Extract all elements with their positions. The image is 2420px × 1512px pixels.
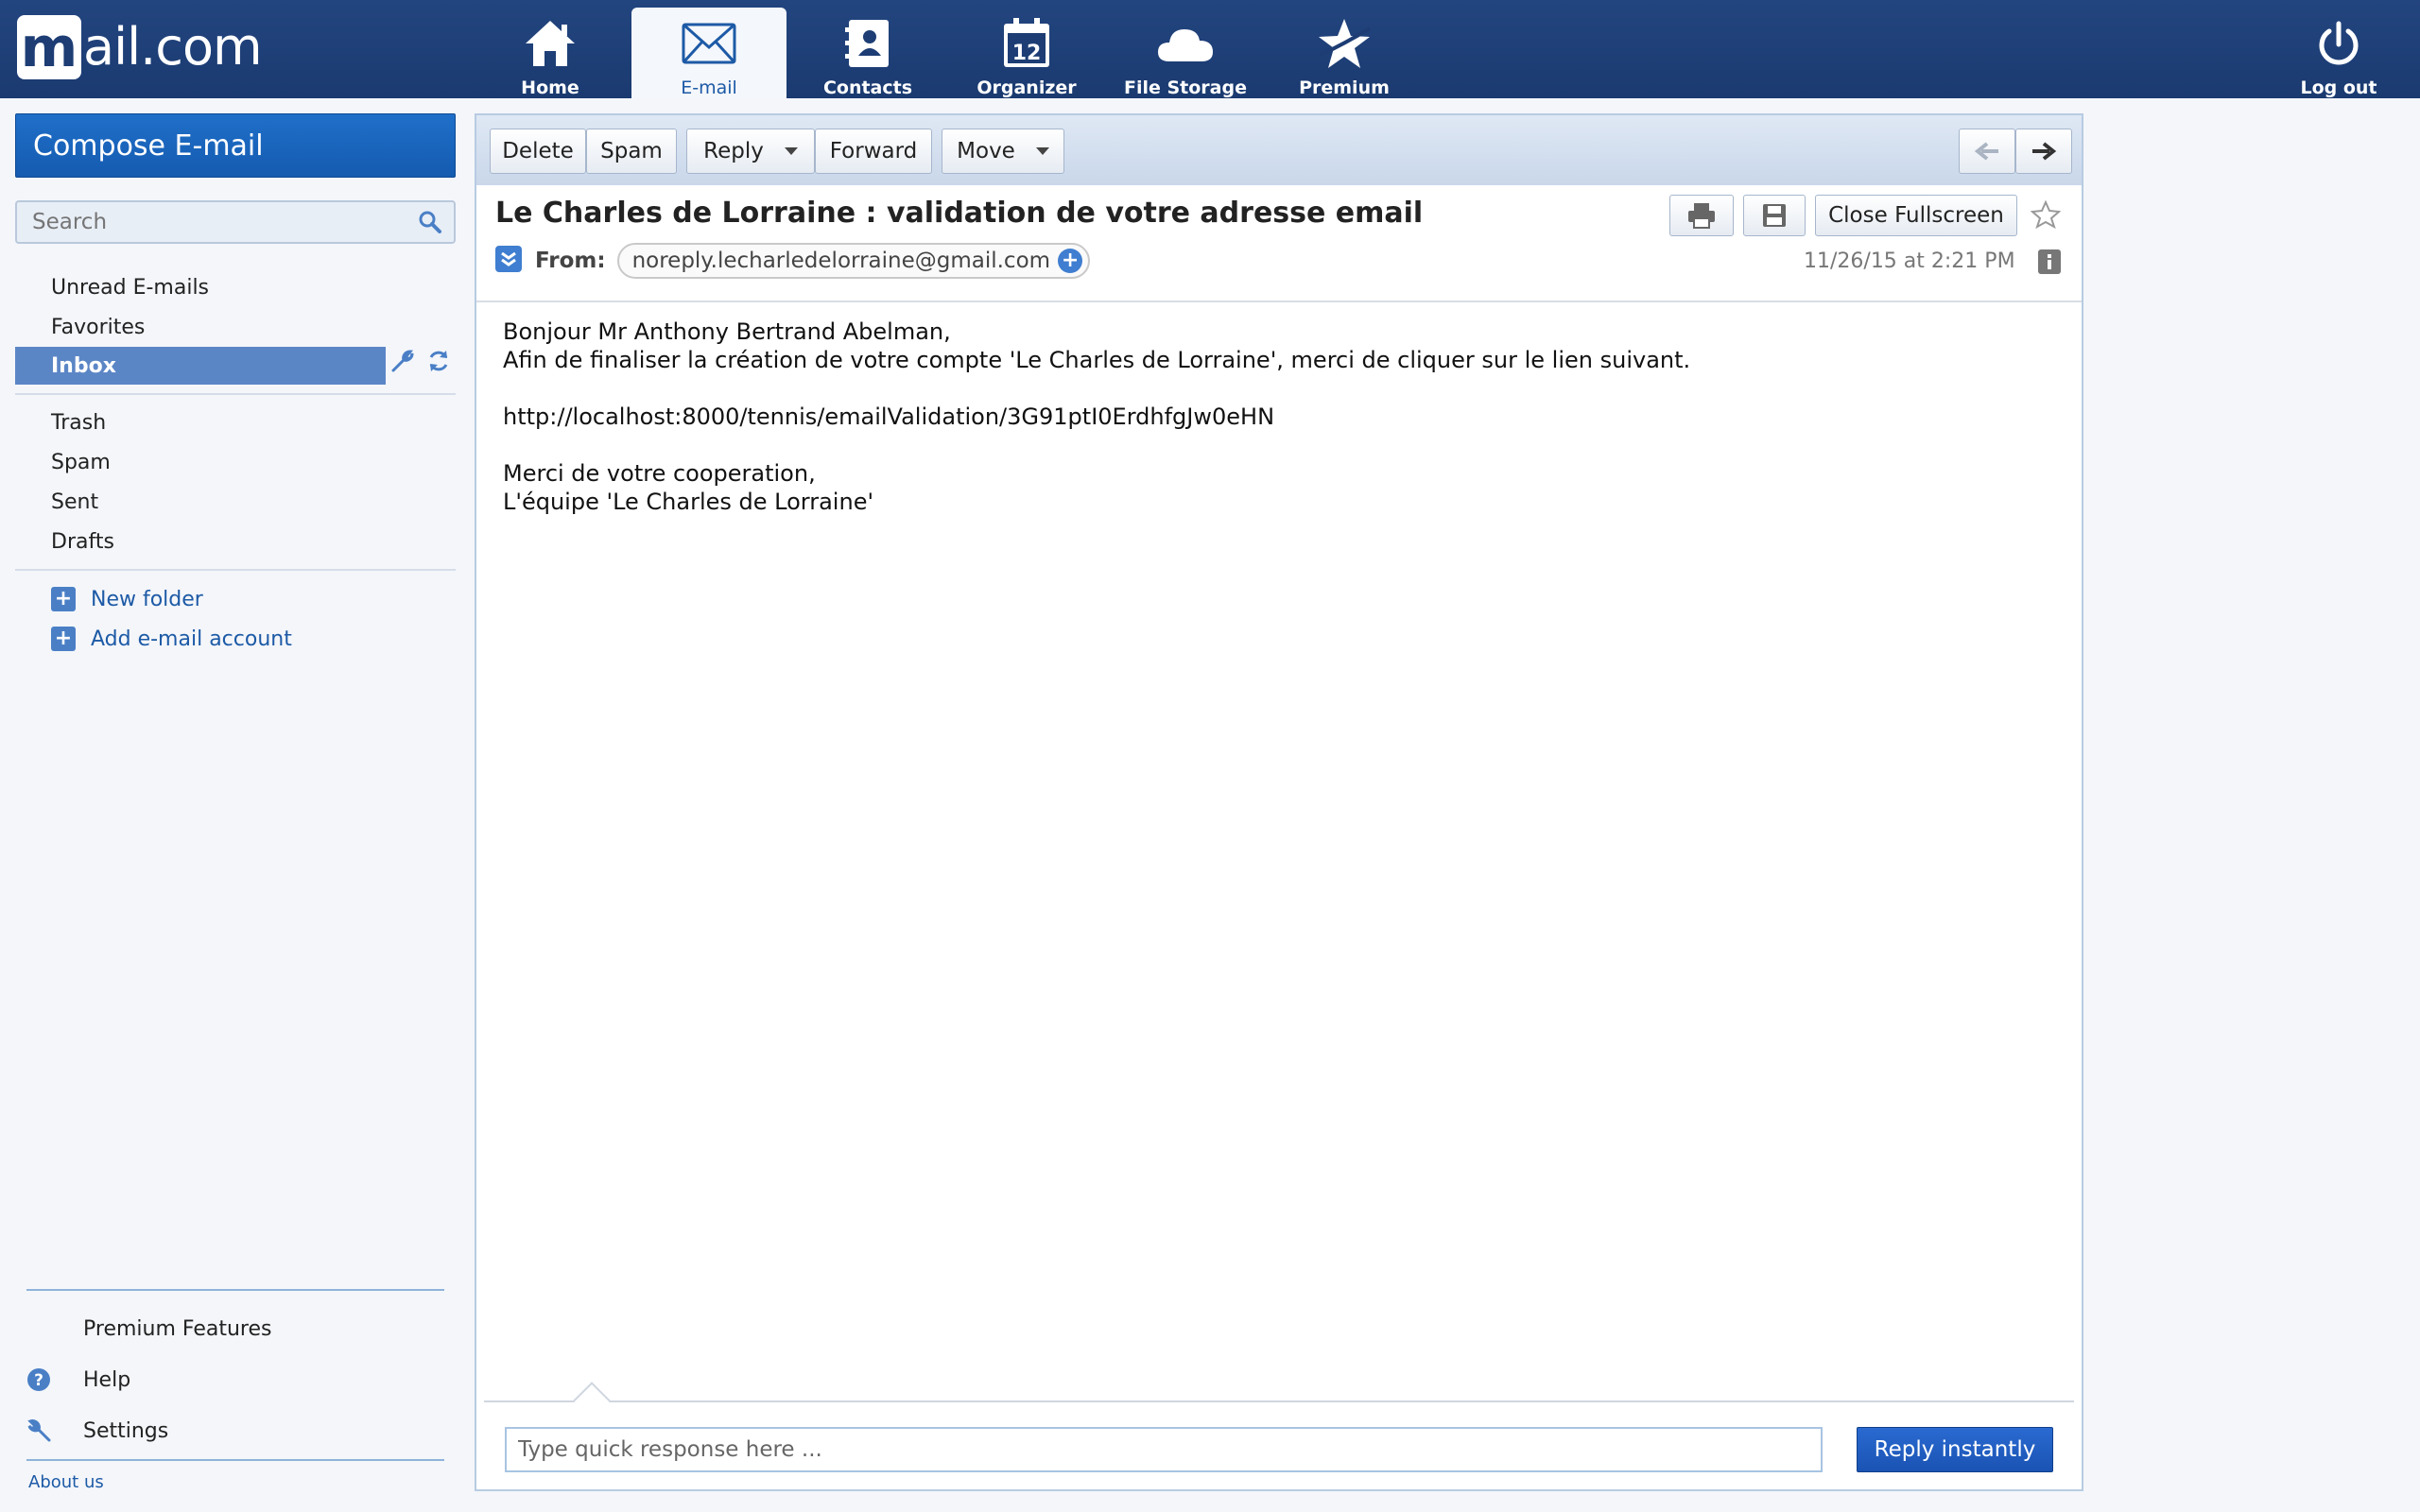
mailcom-logo[interactable]: m ail.com [17,13,263,81]
move-label: Move [957,139,1015,163]
message-toolbar: Delete Spam Reply Forward Move [476,115,2082,185]
inbox-tools [389,348,452,378]
search-icon[interactable] [418,210,442,238]
home-icon [520,13,580,74]
search-input[interactable] [32,210,410,234]
nav-email[interactable]: E-mail [631,8,786,98]
spam-button[interactable]: Spam [586,129,677,174]
reply-notch [573,1382,611,1419]
folder-favorites[interactable]: Favorites [15,308,456,346]
add-account-link[interactable]: + Add e-mail account [51,623,292,655]
cloud-icon [1155,13,1216,74]
plus-icon: + [51,587,76,611]
nav-logout-label: Log out [2300,77,2377,98]
sender-chip[interactable]: noreply.lecharledelorraine@gmail.com + [616,243,1091,279]
print-button[interactable] [1669,195,1734,236]
chevron-down-icon[interactable] [784,147,798,155]
calendar-day-number: 12 [1012,42,1042,65]
nav-premium[interactable]: Premium [1267,8,1422,98]
folder-divider [15,569,456,571]
compose-email-button[interactable]: Compose E-mail [15,113,456,178]
message-panel: Delete Spam Reply Forward Move Le Charle… [475,113,2083,1491]
expand-header-icon[interactable] [495,246,522,276]
folder-spam[interactable]: Spam [15,443,456,481]
quick-response-input[interactable] [505,1427,1823,1472]
forward-button[interactable]: Forward [815,129,932,174]
nav-logout[interactable]: Log out [2261,8,2416,98]
nav-file-storage[interactable]: File Storage [1108,8,1263,98]
new-folder-link[interactable]: + New folder [51,583,203,615]
calendar-icon: 12 [996,13,1057,74]
envelope-icon [679,13,739,74]
folder-trash[interactable]: Trash [15,404,456,441]
help-icon: ? [27,1368,50,1391]
sender-address: noreply.lecharledelorraine@gmail.com [631,249,1051,273]
bottom-divider [26,1289,444,1291]
bottom-divider [26,1459,444,1461]
star-icon [1314,13,1374,74]
nav-organizer-label: Organizer [977,77,1077,98]
folder-unread[interactable]: Unread E-mails [15,268,456,306]
settings-link[interactable]: Settings [26,1412,168,1450]
arrow-right-icon [2032,142,2057,161]
help-label: Help [83,1367,131,1392]
search-box [15,200,456,244]
move-button[interactable]: Move [942,129,1064,174]
nav-premium-label: Premium [1299,77,1390,98]
reply-divider [484,1400,2074,1402]
save-button[interactable] [1743,195,1806,236]
svg-text:?: ? [34,1371,43,1390]
info-icon[interactable] [2038,249,2061,278]
address-book-icon [838,13,898,74]
favorite-star-icon[interactable] [2030,199,2062,232]
logo-mark: m [17,15,81,79]
close-fullscreen-button[interactable]: Close Fullscreen [1815,195,2017,236]
power-icon [2308,13,2369,74]
floppy-disk-icon [1763,204,1786,227]
from-label: From: [535,249,606,273]
nav-home-label: Home [521,77,579,98]
next-message-button[interactable] [2015,129,2072,174]
nav-email-label: E-mail [681,77,737,98]
message-subject: Le Charles de Lorraine : validation de v… [495,197,1424,230]
premium-features-link[interactable]: Premium Features [26,1310,271,1348]
wrench-icon[interactable] [389,348,416,378]
about-us-link[interactable]: About us [28,1472,104,1492]
arrow-left-icon [1974,142,1998,161]
previous-message-button[interactable] [1959,129,2015,174]
reply-button[interactable]: Reply [686,129,815,174]
chevron-down-icon[interactable] [1035,147,1049,155]
printer-icon [1688,203,1715,229]
top-navigation-bar: m ail.com Home E-mail Contacts 12 Organi… [0,0,2420,98]
help-link[interactable]: ? Help [26,1361,130,1399]
message-date: 11/26/15 at 2:21 PM [1804,249,2015,273]
add-contact-icon[interactable]: + [1058,249,1083,273]
plus-icon: + [51,627,76,651]
reply-label: Reply [703,139,764,163]
logo-text: ail.com [83,17,263,77]
folder-drafts[interactable]: Drafts [15,523,456,560]
folder-sent[interactable]: Sent [15,483,456,521]
nav-contacts[interactable]: Contacts [790,8,945,98]
folder-inbox[interactable]: Inbox [15,347,386,385]
refresh-icon[interactable] [425,348,452,378]
delete-button[interactable]: Delete [490,129,586,174]
message-body: Bonjour Mr Anthony Bertrand Abelman, Afi… [503,318,1691,515]
header-divider [476,301,2082,302]
settings-label: Settings [83,1418,169,1443]
reply-instantly-button[interactable]: Reply instantly [1857,1427,2053,1472]
from-row: From: noreply.lecharledelorraine@gmail.c… [495,242,1091,280]
settings-wrench-icon [27,1419,51,1442]
nav-organizer[interactable]: 12 Organizer [949,8,1104,98]
nav-home[interactable]: Home [473,8,628,98]
nav-file-storage-label: File Storage [1123,77,1247,98]
add-account-label: Add e-mail account [91,627,292,651]
new-folder-label: New folder [91,587,203,611]
nav-contacts-label: Contacts [822,77,913,98]
premium-features-label: Premium Features [83,1316,272,1341]
folder-divider [15,393,456,395]
